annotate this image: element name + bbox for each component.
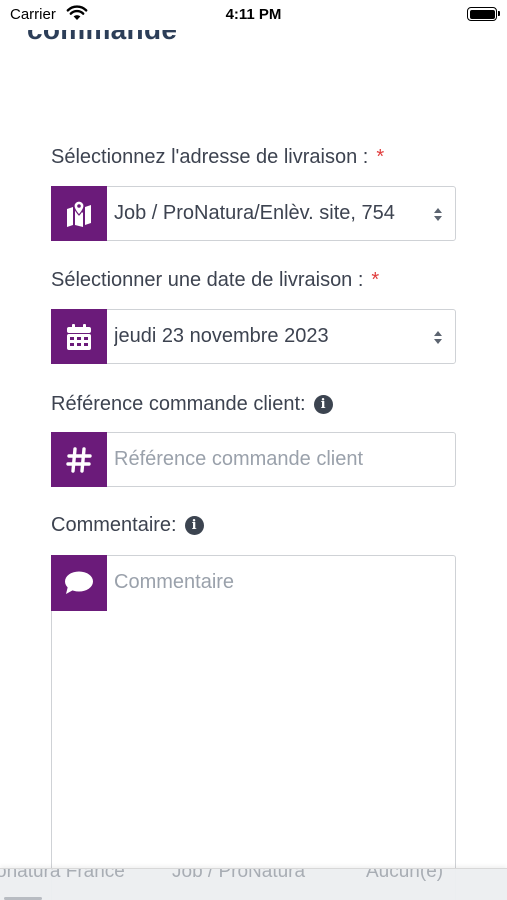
bottom-bar-item[interactable]: Job / ProNatura: [172, 869, 305, 883]
reference-label-text: Référence commande client:: [51, 393, 306, 415]
comment-label-text: Commentaire:: [51, 514, 177, 536]
bottom-bar-item[interactable]: onatura France: [0, 869, 125, 883]
date-value: jeudi 23 novembre 2023: [114, 325, 329, 347]
bottom-bar-item[interactable]: Aucun(e): [366, 869, 443, 883]
reference-placeholder: Référence commande client: [114, 448, 364, 470]
calendar-icon: [51, 309, 107, 364]
select-arrows-icon: [434, 331, 442, 344]
date-select[interactable]: jeudi 23 novembre 2023: [51, 309, 456, 364]
date-label-text: Sélectionner une date de livraison :: [51, 269, 364, 291]
comment-textarea[interactable]: Commentaire: [51, 555, 456, 900]
reference-label: Référence commande client: i: [51, 393, 333, 416]
reference-input[interactable]: Référence commande client: [51, 432, 456, 487]
status-time: 4:11 PM: [225, 6, 282, 23]
address-value: Job / ProNatura/Enlèv. site, 754: [114, 202, 395, 224]
info-icon[interactable]: i: [313, 395, 333, 414]
info-icon[interactable]: i: [184, 516, 204, 535]
battery-icon: [467, 7, 500, 21]
address-select[interactable]: Job / ProNatura/Enlèv. site, 754: [51, 186, 456, 241]
required-mark: *: [371, 269, 380, 291]
comment-icon: [51, 555, 107, 611]
address-label: Sélectionnez l'adresse de livraison : *: [51, 146, 384, 169]
date-label: Sélectionner une date de livraison : *: [51, 269, 379, 292]
address-label-text: Sélectionnez l'adresse de livraison :: [51, 146, 369, 168]
status-bar: Carrier 4:11 PM: [0, 0, 507, 30]
map-icon: [51, 186, 107, 241]
hashtag-icon: [51, 432, 107, 487]
select-arrows-icon: [434, 208, 442, 221]
bottom-bar: onatura France Job / ProNatura Aucun(e): [0, 868, 507, 900]
comment-placeholder: Commentaire: [114, 571, 235, 593]
comment-label: Commentaire: i: [51, 514, 204, 537]
required-mark: *: [376, 146, 385, 168]
